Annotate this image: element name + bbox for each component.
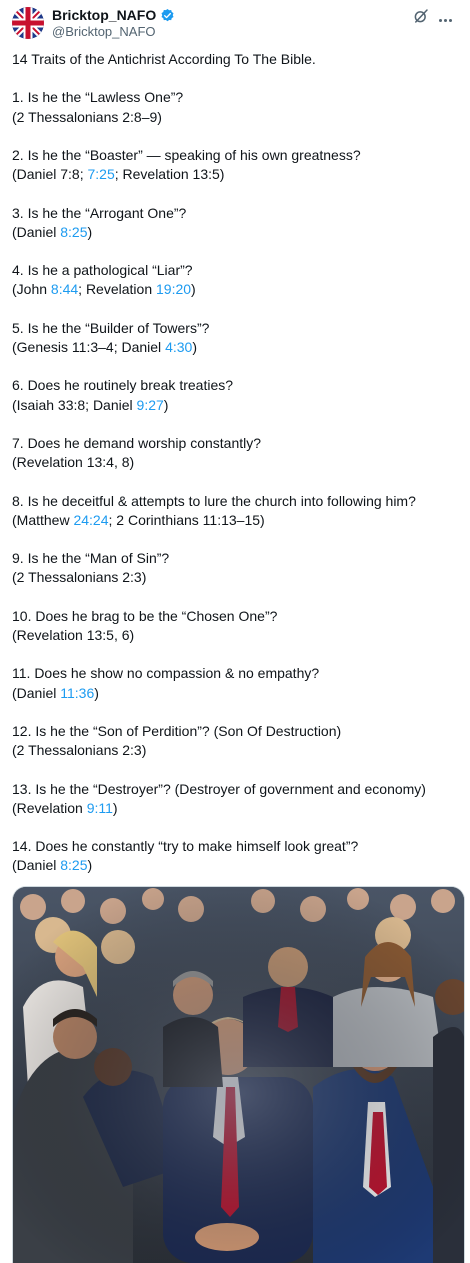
- trait-question: 3. Is he the “Arrogant One”?: [12, 204, 187, 221]
- verse-link[interactable]: 4:30: [165, 339, 192, 355]
- scripture-reference: (Matthew: [12, 511, 74, 528]
- trait-question: 4. Is he a pathological “Liar”?: [12, 262, 193, 279]
- scripture-reference: (2 Thessalonians 2:3): [12, 742, 147, 759]
- scripture-reference: ): [87, 223, 93, 240]
- author-handle[interactable]: @Bricktop_NAFO: [52, 24, 175, 40]
- scripture-reference: ; Revelation 13:5): [114, 166, 225, 183]
- tweet-photo[interactable]: [12, 886, 465, 1263]
- scripture-reference: ; Revelation: [78, 281, 156, 298]
- trait-question: 9. Is he the “Man of Sin”?: [12, 550, 170, 567]
- scripture-reference: (Daniel: [12, 857, 61, 874]
- trait-question: 10. Does he brag to be the “Chosen One”?: [12, 607, 278, 624]
- trait-item: 2. Is he the “Boaster” — speaking of his…: [12, 146, 458, 184]
- trait-item: 6. Does he routinely break treaties? (Isa…: [12, 376, 458, 414]
- trait-item: 13. Is he the “Destroyer”? (Destroyer of…: [12, 780, 458, 818]
- trait-item: 3. Is he the “Arrogant One”? (Daniel 8:25…: [12, 204, 458, 242]
- trait-item: 10. Does he brag to be the “Chosen One”?…: [12, 607, 458, 645]
- scripture-reference: ; 2 Corinthians 11:13–15): [108, 511, 265, 528]
- trait-item: 7. Does he demand worship constantly? (Re…: [12, 434, 458, 472]
- verse-link[interactable]: 19:20: [156, 281, 191, 297]
- verse-link[interactable]: 11:36: [60, 685, 94, 701]
- tweet-text: 14 Traits of the Antichrist According To…: [12, 50, 458, 895]
- scripture-reference: ): [112, 799, 118, 816]
- verse-link[interactable]: 24:24: [73, 512, 108, 528]
- scripture-reference: ): [191, 281, 196, 298]
- verse-link[interactable]: 8:25: [60, 857, 87, 873]
- scripture-reference: (Revelation: [12, 799, 87, 816]
- trait-question: 14. Does he constantly “try to make hims…: [12, 838, 359, 855]
- trait-item: 5. Is he the “Builder of Towers”? (Genesi…: [12, 319, 458, 357]
- tweet: Bricktop_NAFO @Bricktop_NAFO 14 Traits o…: [0, 0, 470, 1263]
- verse-link[interactable]: 8:44: [51, 281, 78, 297]
- trait-question: 5. Is he the “Builder of Towers”?: [12, 319, 210, 336]
- tweet-header: Bricktop_NAFO @Bricktop_NAFO: [12, 7, 458, 41]
- scripture-reference: (Revelation 13:5, 6): [12, 626, 135, 643]
- verified-badge-icon: [161, 8, 174, 22]
- more-options-icon[interactable]: [438, 9, 458, 25]
- trait-question: 2. Is he the “Boaster” — speaking of his…: [12, 146, 361, 163]
- traits-list: 1. Is he the “Lawless One”? (2 Thessaloni…: [12, 88, 458, 875]
- scripture-reference: (2 Thessalonians 2:3): [12, 569, 147, 586]
- avatar[interactable]: [12, 7, 44, 39]
- verse-link[interactable]: 9:11: [87, 800, 113, 816]
- scripture-reference: (Daniel 7:8;: [12, 166, 88, 183]
- scripture-reference: ): [94, 684, 99, 701]
- verse-link[interactable]: 9:27: [137, 397, 164, 413]
- scripture-reference: (Genesis 11:3–4; Daniel: [12, 338, 166, 355]
- scripture-reference: (Isaiah 33:8; Daniel: [12, 396, 137, 413]
- scripture-reference: (John: [12, 281, 51, 298]
- trait-item: 1. Is he the “Lawless One”? (2 Thessaloni…: [12, 88, 458, 126]
- author-display-name[interactable]: Bricktop_NAFO: [52, 7, 156, 24]
- trait-item: 9. Is he the “Man of Sin”? (2 Thessalonia…: [12, 549, 458, 587]
- trait-item: 12. Is he the “Son of Perdition”? (Son O…: [12, 722, 458, 760]
- trait-item: 8. Is he deceitful & attempts to lure th…: [12, 492, 458, 530]
- trait-question: 7. Does he demand worship constantly?: [12, 434, 262, 451]
- scripture-reference: (2 Thessalonians 2:8–9): [12, 108, 162, 125]
- scripture-reference: (Daniel: [12, 684, 61, 701]
- avatar-flag-icon: [12, 7, 44, 39]
- scripture-reference: ): [163, 396, 169, 413]
- scripture-reference: (Revelation 13:4, 8): [12, 454, 135, 471]
- trait-question: 6. Does he routinely break treaties?: [12, 377, 234, 394]
- trait-item: 11. Does he show no compassion & no empa…: [12, 664, 458, 702]
- trait-question: 11. Does he show no compassion & no empa…: [12, 665, 320, 682]
- photo-prayer-group: [13, 887, 464, 1263]
- scripture-reference: ): [192, 338, 197, 355]
- scripture-reference: ): [87, 857, 93, 874]
- grok-icon[interactable]: [412, 7, 430, 25]
- trait-question: 13. Is he the “Destroyer”? (Destroyer of…: [12, 780, 426, 797]
- trait-question: 8. Is he deceitful & attempts to lure th…: [12, 492, 416, 509]
- verse-link[interactable]: 8:25: [60, 224, 87, 240]
- trait-question: 12. Is he the “Son of Perdition”? (Son O…: [12, 722, 342, 739]
- trait-question: 1. Is he the “Lawless One”?: [12, 89, 184, 106]
- trait-item: 14. Does he constantly “try to make hims…: [12, 837, 458, 875]
- verse-link[interactable]: 7:25: [87, 166, 114, 182]
- tweet-title: 14 Traits of the Antichrist According To…: [12, 51, 316, 67]
- trait-item: 4. Is he a pathological “Liar”? (John 8:4…: [12, 261, 458, 299]
- scripture-reference: (Daniel: [12, 223, 61, 240]
